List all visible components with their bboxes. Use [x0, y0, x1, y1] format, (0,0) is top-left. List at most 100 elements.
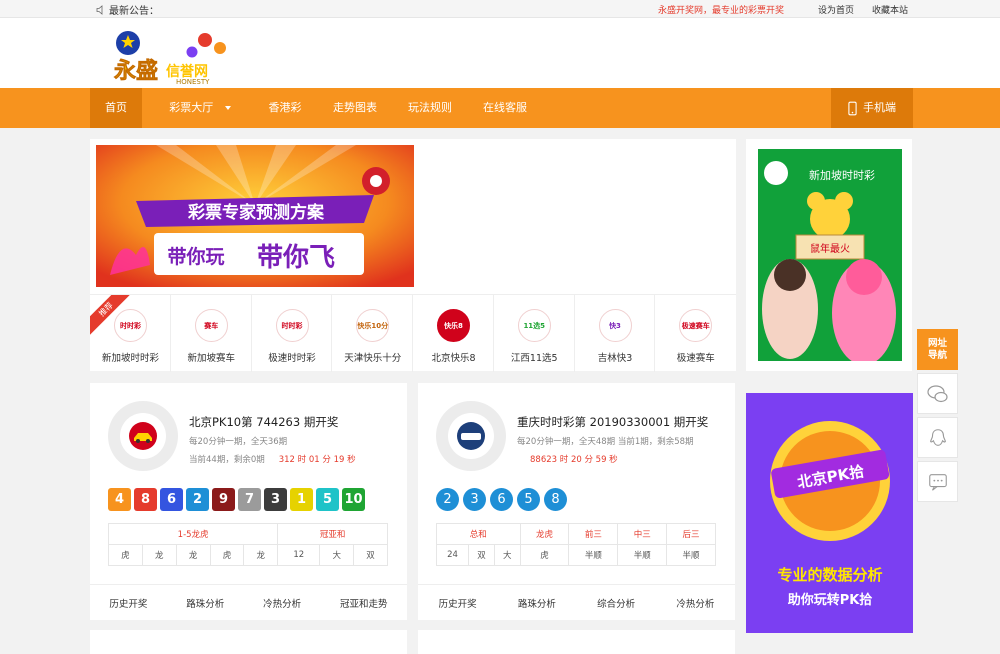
number-ball: 5 [316, 488, 339, 511]
lottery-name: 江西11选5 [510, 353, 558, 364]
speaker-icon [96, 4, 103, 15]
number-ball: 8 [544, 488, 567, 511]
stats-head: 后三 [666, 523, 716, 545]
number-ball: 5 [517, 488, 540, 511]
logo-main: 永盛 [114, 58, 158, 84]
lottery-item[interactable]: 极速赛车 极速赛车 [655, 295, 736, 372]
draw-card-next [90, 630, 407, 654]
wechat-button[interactable] [917, 373, 958, 414]
lottery-name: 新加坡时时彩 [101, 353, 159, 364]
lottery-item[interactable]: 快乐10分 天津快乐十分 [332, 295, 413, 372]
stats-cell: 虎 [519, 544, 570, 566]
draw-progress: 当前44期，剩余0期 312 时 01 分 19 秒 [189, 455, 356, 465]
stats-cell: 双 [468, 544, 495, 566]
qq-button[interactable] [917, 417, 958, 458]
countdown: 312 时 01 分 19 秒 [278, 455, 356, 465]
draw-card-pk10: 北京PK10第 744263 期开奖 每20分钟一期，全天36期 当前44期，剩… [90, 383, 407, 620]
side-ad2-artwork: 北京PK拾 专业的数据分析 助你玩转PK拾 [746, 393, 913, 633]
qq-icon [929, 428, 946, 446]
wechat-icon [926, 384, 948, 402]
pk10-logo[interactable] [108, 401, 178, 471]
side-ad-pk10[interactable]: 北京PK拾 专业的数据分析 助你玩转PK拾 [746, 393, 913, 633]
lottery-logo-icon: 时时彩 [275, 309, 309, 342]
nav-mobile[interactable]: 手机端 [831, 88, 913, 128]
stats-head: 龙虎 [519, 523, 570, 545]
lottery-name: 吉林快3 [597, 353, 633, 364]
road-analysis-link[interactable]: 路珠分析 [186, 596, 224, 610]
side-ad2-line1: 专业的数据分析 [777, 566, 882, 584]
lottery-row: 推荐 时时彩 新加坡时时彩 赛车 新加坡赛车 时时彩 极速时时彩 快乐10分 天… [90, 294, 736, 372]
hot-cold-link[interactable]: 冷热分析 [676, 596, 714, 610]
banner-card: 彩票专家预测方案 带你玩 带你飞 推荐 时时彩 新加坡时时彩 赛车 新加坡赛车 … [90, 139, 736, 372]
bookmark-link[interactable]: 收藏本站 [872, 3, 908, 16]
nav-lottery-hall[interactable]: 彩票大厅 [160, 88, 240, 128]
number-ball: 10 [342, 488, 365, 511]
lottery-logo-icon: 赛车 [194, 309, 228, 342]
draw-card-cqssc: 重庆时时彩第 20190330001 期开奖 每20分钟一期，全天48期 当前1… [418, 383, 735, 620]
hot-cold-link[interactable]: 冷热分析 [263, 596, 301, 610]
stats-head: 1-5龙虎 [107, 523, 279, 545]
promo-banner[interactable]: 彩票专家预测方案 带你玩 带你飞 [96, 145, 414, 287]
stats-cell: 半顺 [617, 544, 668, 566]
lottery-name: 极速赛车 [676, 353, 715, 364]
lottery-item[interactable]: 推荐 时时彩 新加坡时时彩 [90, 295, 171, 372]
race-car-icon [129, 422, 157, 450]
lottery-logo-icon: 快乐8 [437, 309, 470, 342]
stats-cell: 龙 [175, 544, 211, 566]
lottery-name: 北京快乐8 [431, 353, 476, 364]
lottery-logo-icon: 快乐10分 [356, 309, 390, 342]
stats-head: 前三 [568, 523, 619, 545]
road-analysis-link[interactable]: 路珠分析 [518, 596, 556, 610]
history-link[interactable]: 历史开奖 [439, 596, 477, 610]
draw-links: 历史开奖 路珠分析 冷热分析 冠亚和走势 [90, 584, 407, 620]
overall-analysis-link[interactable]: 综合分析 [597, 596, 635, 610]
message-button[interactable] [917, 461, 958, 502]
banner-line1: 彩票专家预测方案 [187, 202, 325, 223]
number-ball: 6 [490, 488, 513, 511]
side-ad1-title: 新加坡时时彩 [809, 168, 875, 182]
lottery-item[interactable]: 11选5 江西11选5 [494, 295, 575, 372]
number-ball: 9 [212, 488, 235, 511]
stats-cell: 龙 [141, 544, 177, 566]
lottery-logo-icon: 快3 [598, 309, 632, 342]
nav-hongkong[interactable]: 香港彩 [260, 88, 310, 128]
number-ball: 8 [134, 488, 157, 511]
notice-marquee[interactable]: 永盛开奖网，最专业的彩票开奖 [658, 3, 790, 16]
draw-card-next [418, 630, 735, 654]
draw-schedule: 每20分钟一期，全天48期 当前1期，剩余58期 [517, 437, 694, 447]
draw-title: 北京PK10第 744263 期开奖 [189, 415, 339, 429]
side-ad-artwork: 新加坡时时彩 鼠年最火 [758, 149, 902, 361]
sum-trend-link[interactable]: 冠亚和走势 [340, 596, 388, 610]
stats-cell: 龙 [243, 544, 279, 566]
lottery-item[interactable]: 快3 吉林快3 [575, 295, 656, 372]
notice: 最新公告： [96, 2, 159, 17]
side-ad-singapore[interactable]: 新加坡时时彩 鼠年最火 [746, 139, 912, 371]
stats-table: 1-5龙虎 冠亚和 虎 龙 龙 虎 龙 12 大 双 [107, 523, 388, 566]
result-balls: 23658 [436, 488, 567, 511]
main-nav: 首页 彩票大厅 香港彩 走势图表 玩法规则 在线客服 手机端 [0, 88, 1000, 128]
history-link[interactable]: 历史开奖 [109, 596, 147, 610]
cqssc-logo[interactable] [436, 401, 506, 471]
side-ad2-line2: 助你玩转PK拾 [788, 592, 873, 608]
nav-home[interactable]: 首页 [90, 88, 142, 128]
lottery-name: 极速时时彩 [268, 353, 316, 364]
site-logo[interactable]: 永盛 信誉网 HONESTY [110, 26, 242, 86]
stats-head: 中三 [617, 523, 668, 545]
nav-service[interactable]: 在线客服 [475, 88, 535, 128]
chat-bubble-icon [928, 473, 947, 491]
nav-rules[interactable]: 玩法规则 [400, 88, 460, 128]
number-ball: 7 [238, 488, 261, 511]
lottery-item[interactable]: 时时彩 极速时时彩 [252, 295, 333, 372]
lottery-item[interactable]: 快乐8 北京快乐8 [413, 295, 494, 372]
number-ball: 2 [186, 488, 209, 511]
lottery-logo-icon: 时时彩 [114, 309, 147, 342]
stats-cell: 24 [435, 544, 470, 566]
number-ball: 2 [436, 488, 459, 511]
site-nav-button[interactable]: 网址 导航 [917, 329, 958, 370]
number-ball: 1 [290, 488, 313, 511]
lottery-item[interactable]: 赛车 新加坡赛车 [171, 295, 252, 372]
set-home-link[interactable]: 设为首页 [818, 3, 854, 16]
stats-cell: 半顺 [666, 544, 716, 566]
nav-trend-chart[interactable]: 走势图表 [325, 88, 385, 128]
notice-label: 最新公告： [109, 6, 159, 17]
